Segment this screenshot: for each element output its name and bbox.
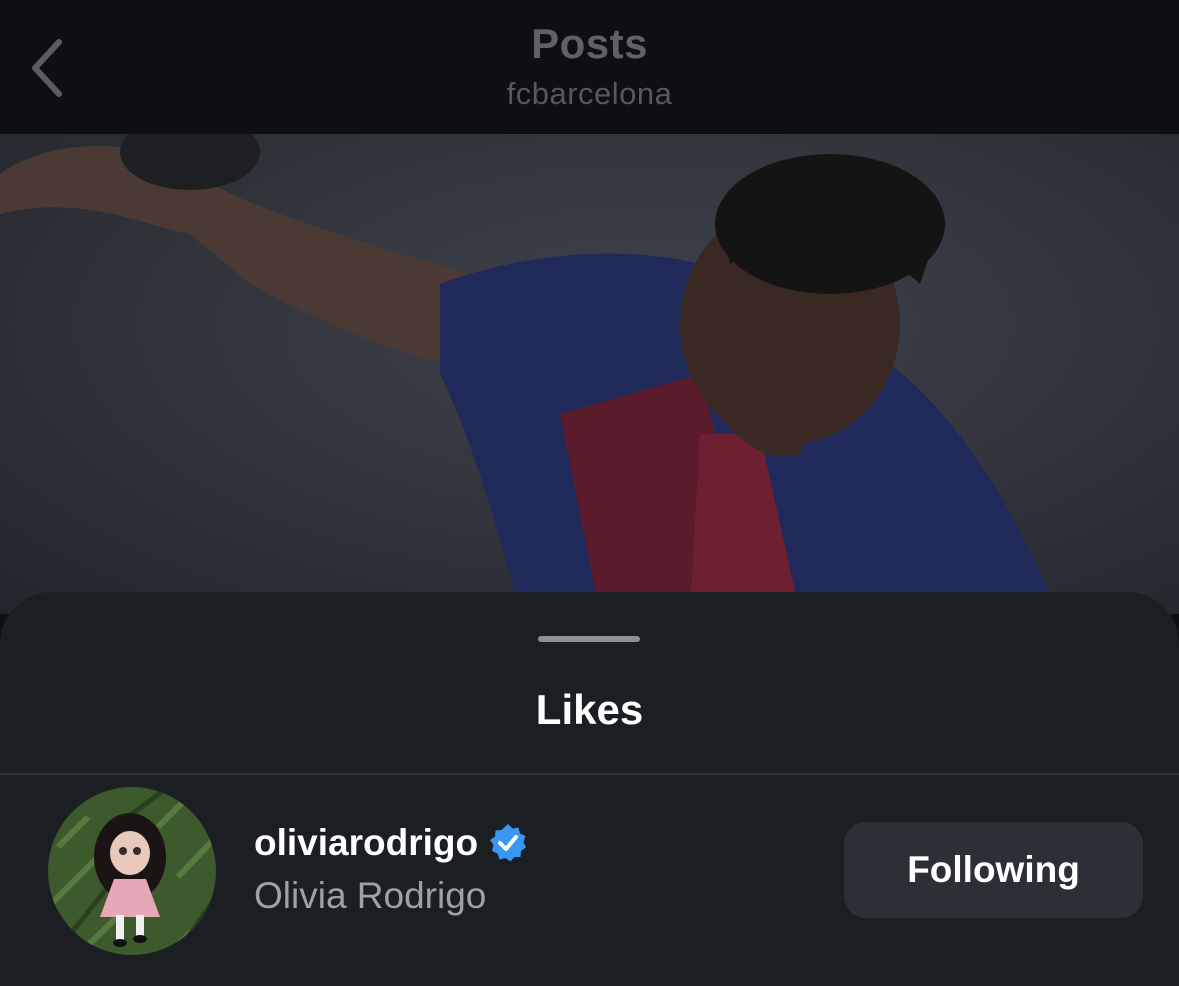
page-title: Posts xyxy=(531,20,648,67)
avatar[interactable] xyxy=(48,787,216,955)
following-button[interactable]: Following xyxy=(844,822,1143,918)
username[interactable]: oliviarodrigo xyxy=(254,822,478,864)
full-name: Olivia Rodrigo xyxy=(254,875,487,916)
top-nav-bar: Posts fcbarcelona xyxy=(0,0,1179,134)
sheet-title: Likes xyxy=(535,686,644,733)
post-image xyxy=(0,134,1179,614)
sheet-grabber-handle[interactable] xyxy=(538,636,640,642)
divider xyxy=(0,773,1179,775)
page-subtitle: fcbarcelona xyxy=(506,76,673,111)
like-username-row[interactable]: oliviarodrigo xyxy=(254,822,528,864)
verified-badge-icon xyxy=(488,823,528,863)
